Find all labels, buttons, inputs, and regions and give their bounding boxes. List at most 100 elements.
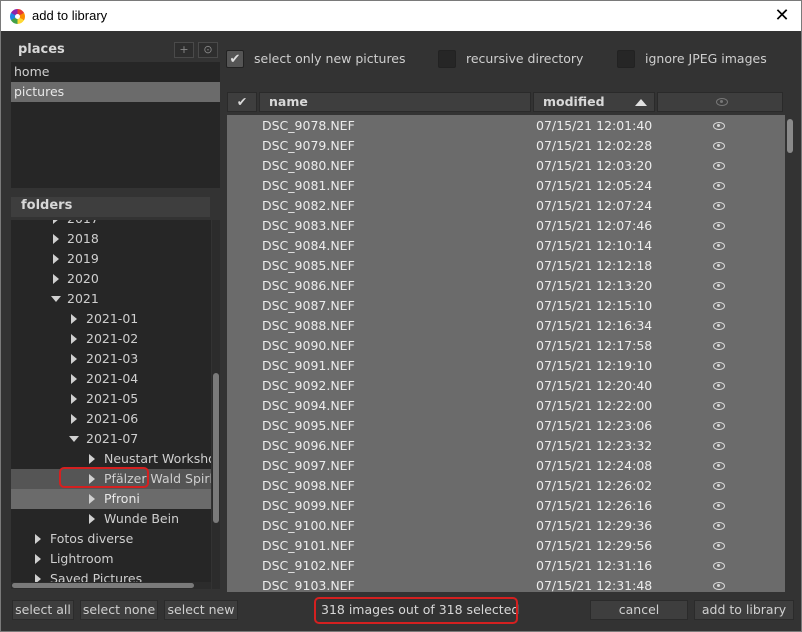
- checkbox-box[interactable]: [438, 50, 456, 68]
- eye-icon[interactable]: [713, 302, 725, 310]
- tree-item-2018[interactable]: 2018: [11, 229, 211, 249]
- expand-arrow-icon[interactable]: [53, 274, 59, 284]
- select-new-button[interactable]: select new: [164, 600, 238, 620]
- tree-item-wunde-bein[interactable]: Wunde Bein: [11, 509, 211, 529]
- eye-icon[interactable]: [713, 462, 725, 470]
- file-row[interactable]: DSC_9102.NEF 07/15/21 12:31:16: [227, 556, 785, 576]
- file-row[interactable]: DSC_9081.NEF 07/15/21 12:05:24: [227, 176, 785, 196]
- file-row[interactable]: DSC_9094.NEF 07/15/21 12:22:00: [227, 396, 785, 416]
- eye-icon[interactable]: [713, 542, 725, 550]
- eye-icon[interactable]: [713, 262, 725, 270]
- remove-place-button[interactable]: ⊙: [198, 42, 218, 58]
- tree-item-2021-02[interactable]: 2021-02: [11, 329, 211, 349]
- expand-arrow-icon[interactable]: [71, 334, 77, 344]
- file-row[interactable]: DSC_9080.NEF 07/15/21 12:03:20: [227, 156, 785, 176]
- file-row[interactable]: DSC_9091.NEF 07/15/21 12:19:10: [227, 356, 785, 376]
- collapse-arrow-icon[interactable]: [69, 436, 79, 442]
- file-row[interactable]: DSC_9087.NEF 07/15/21 12:15:10: [227, 296, 785, 316]
- places-item-pictures[interactable]: pictures: [11, 82, 220, 102]
- tree-item-2021-07[interactable]: 2021-07: [11, 429, 211, 449]
- file-row[interactable]: DSC_9098.NEF 07/15/21 12:26:02: [227, 476, 785, 496]
- eye-icon[interactable]: [713, 482, 725, 490]
- file-row[interactable]: DSC_9086.NEF 07/15/21 12:13:20: [227, 276, 785, 296]
- add-to-library-button[interactable]: add to library: [694, 600, 794, 620]
- file-row[interactable]: DSC_9097.NEF 07/15/21 12:24:08: [227, 456, 785, 476]
- file-row[interactable]: DSC_9082.NEF 07/15/21 12:07:24: [227, 196, 785, 216]
- eye-icon[interactable]: [713, 322, 725, 330]
- expand-arrow-icon[interactable]: [89, 494, 95, 504]
- eye-icon[interactable]: [713, 122, 725, 130]
- tree-item-2021-04[interactable]: 2021-04: [11, 369, 211, 389]
- eye-icon[interactable]: [713, 402, 725, 410]
- recursive-directory-checkbox[interactable]: recursive directory: [438, 50, 608, 70]
- select-none-button[interactable]: select none: [80, 600, 158, 620]
- file-row[interactable]: DSC_9084.NEF 07/15/21 12:10:14: [227, 236, 785, 256]
- eye-icon[interactable]: [713, 422, 725, 430]
- expand-arrow-icon[interactable]: [71, 414, 77, 424]
- tree-item-2019[interactable]: 2019: [11, 249, 211, 269]
- expand-arrow-icon[interactable]: [53, 234, 59, 244]
- expand-arrow-icon[interactable]: [53, 254, 59, 264]
- eye-icon[interactable]: [713, 182, 725, 190]
- file-row[interactable]: DSC_9085.NEF 07/15/21 12:12:18: [227, 256, 785, 276]
- tree-item-neustart-workshop[interactable]: Neustart Workshop: [11, 449, 211, 469]
- file-row[interactable]: DSC_9088.NEF 07/15/21 12:16:34: [227, 316, 785, 336]
- eye-icon[interactable]: [713, 522, 725, 530]
- file-row[interactable]: DSC_9103.NEF 07/15/21 12:31:48: [227, 576, 785, 592]
- tree-item-2017[interactable]: 2017: [11, 220, 211, 229]
- tree-item-fotos-diverse[interactable]: Fotos diverse: [11, 529, 211, 549]
- check-icon[interactable]: ✔: [226, 50, 244, 68]
- file-row[interactable]: DSC_9099.NEF 07/15/21 12:26:16: [227, 496, 785, 516]
- expand-arrow-icon[interactable]: [71, 354, 77, 364]
- column-header-modified[interactable]: modified: [533, 92, 655, 112]
- column-header-thumbnail[interactable]: [657, 92, 783, 112]
- file-row[interactable]: DSC_9100.NEF 07/15/21 12:29:36: [227, 516, 785, 536]
- eye-icon[interactable]: [713, 582, 725, 590]
- file-row[interactable]: DSC_9095.NEF 07/15/21 12:23:06: [227, 416, 785, 436]
- eye-icon[interactable]: [713, 142, 725, 150]
- eye-icon[interactable]: [713, 442, 725, 450]
- checkbox-box[interactable]: [617, 50, 635, 68]
- eye-icon[interactable]: [713, 342, 725, 350]
- tree-item-2021-05[interactable]: 2021-05: [11, 389, 211, 409]
- eye-icon[interactable]: [713, 162, 725, 170]
- expand-arrow-icon[interactable]: [53, 220, 59, 224]
- ignore-jpeg-checkbox[interactable]: ignore JPEG images: [617, 50, 787, 70]
- scrollbar-thumb[interactable]: [213, 373, 219, 523]
- select-only-new-checkbox[interactable]: ✔ select only new pictures: [226, 50, 426, 70]
- expand-arrow-icon[interactable]: [89, 514, 95, 524]
- tree-item-lightroom[interactable]: Lightroom: [11, 549, 211, 569]
- tree-item-2021[interactable]: 2021: [11, 289, 211, 309]
- eye-icon[interactable]: [713, 222, 725, 230]
- scrollbar-thumb[interactable]: [787, 119, 793, 153]
- expand-arrow-icon[interactable]: [35, 534, 41, 544]
- file-row[interactable]: DSC_9092.NEF 07/15/21 12:20:40: [227, 376, 785, 396]
- expand-arrow-icon[interactable]: [35, 554, 41, 564]
- cancel-button[interactable]: cancel: [590, 600, 688, 620]
- file-row[interactable]: DSC_9083.NEF 07/15/21 12:07:46: [227, 216, 785, 236]
- folders-vertical-scrollbar[interactable]: [212, 220, 220, 589]
- eye-icon[interactable]: [713, 242, 725, 250]
- eye-icon[interactable]: [713, 202, 725, 210]
- tree-item-2021-01[interactable]: 2021-01: [11, 309, 211, 329]
- file-row[interactable]: DSC_9096.NEF 07/15/21 12:23:32: [227, 436, 785, 456]
- places-item-home[interactable]: home: [11, 62, 220, 82]
- tree-item-pfaelzer-wald[interactable]: Pfälzer Wald Spirkelbach: [11, 469, 211, 489]
- select-all-button[interactable]: select all: [12, 600, 74, 620]
- expand-arrow-icon[interactable]: [89, 454, 95, 464]
- eye-icon[interactable]: [713, 382, 725, 390]
- close-icon[interactable]: ✕: [771, 5, 793, 27]
- column-header-check[interactable]: ✔: [227, 92, 257, 112]
- file-row[interactable]: DSC_9079.NEF 07/15/21 12:02:28: [227, 136, 785, 156]
- collapse-arrow-icon[interactable]: [51, 296, 61, 302]
- eye-icon[interactable]: [713, 562, 725, 570]
- expand-arrow-icon[interactable]: [89, 474, 95, 484]
- add-place-button[interactable]: +: [174, 42, 194, 58]
- expand-arrow-icon[interactable]: [71, 374, 77, 384]
- column-header-name[interactable]: name: [259, 92, 531, 112]
- eye-icon[interactable]: [713, 502, 725, 510]
- eye-icon[interactable]: [713, 282, 725, 290]
- expand-arrow-icon[interactable]: [71, 314, 77, 324]
- file-row[interactable]: DSC_9090.NEF 07/15/21 12:17:58: [227, 336, 785, 356]
- tree-item-2021-06[interactable]: 2021-06: [11, 409, 211, 429]
